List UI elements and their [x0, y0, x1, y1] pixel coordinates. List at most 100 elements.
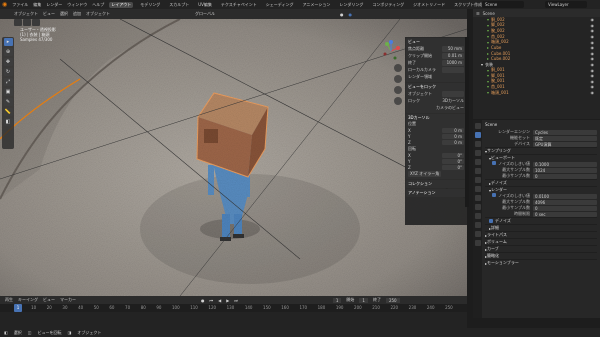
world-tab-icon[interactable]	[474, 168, 481, 174]
menu-file[interactable]: ファイル	[12, 2, 28, 8]
menu-object[interactable]: オブジェクト	[86, 11, 110, 17]
workspace-tab-uv[interactable]: UV編集	[196, 2, 214, 8]
current-frame-field[interactable]: 1	[332, 297, 342, 303]
render-max-samples-field[interactable]: 4096	[533, 199, 597, 205]
cursor-y-field[interactable]: 0 m	[442, 134, 464, 139]
workspace-tab-layout[interactable]: レイアウト	[109, 1, 134, 8]
render-engine-dropdown[interactable]: Cycles	[533, 129, 597, 135]
play-reverse-icon[interactable]: ◀	[218, 298, 221, 303]
lock-camera-checkbox[interactable]: カメラのビュー	[436, 105, 464, 111]
shading-solid-icon[interactable]: ●	[340, 12, 344, 17]
rotate-tool-icon[interactable]: ↻	[3, 68, 13, 76]
render-region-checkbox[interactable]: レンダー領域	[408, 74, 432, 80]
eye-icon[interactable]: ◉	[591, 84, 595, 89]
jump-start-icon[interactable]: ⏮	[210, 298, 214, 303]
eye-icon[interactable]: ◉	[591, 45, 595, 50]
cursor-rot-x-field[interactable]: 0°	[442, 153, 464, 158]
noise-threshold-field[interactable]: 0.1000	[533, 161, 597, 167]
render-min-samples-field[interactable]: 0	[533, 205, 597, 211]
camera-view-icon[interactable]	[394, 86, 402, 94]
render-subpanel-header[interactable]: ▾ レンダー	[485, 186, 597, 193]
transform-tool-icon[interactable]: ▣	[3, 88, 13, 96]
eye-icon[interactable]: ◉	[591, 34, 595, 39]
workspace-tab-scripting[interactable]: スクリプト作成	[452, 2, 484, 8]
play-icon[interactable]: ▶	[226, 298, 229, 303]
volumes-panel-header[interactable]: ▸ ボリューム	[485, 238, 597, 245]
cursor-z-field[interactable]: 0 m	[442, 140, 464, 145]
workspace-tab-rendering[interactable]: レンダリング	[337, 2, 365, 8]
timeline-ruler[interactable]: 0102030405060708090100110120130140150160…	[0, 304, 467, 312]
workspace-tab-shading[interactable]: シェーディング	[264, 2, 296, 8]
advanced-subpanel-header[interactable]: ▸ 詳細	[485, 224, 597, 231]
noise-threshold-checkbox[interactable]	[492, 161, 497, 165]
end-frame-field[interactable]: 250	[385, 297, 400, 303]
workspace-tab-animation[interactable]: アニメーション	[301, 2, 333, 8]
light-paths-panel-header[interactable]: ▸ ライトパス	[485, 231, 597, 238]
outliner-row[interactable]: ▾ 箱頭_001 ◉	[473, 90, 600, 96]
modifier-tab-icon[interactable]	[474, 186, 481, 192]
mode-selector[interactable]: オブジェクト	[14, 11, 38, 17]
data-tab-icon[interactable]	[474, 222, 481, 228]
denoise-subpanel-header[interactable]: ▸ デノイズ	[485, 179, 597, 186]
cursor-rot-z-field[interactable]: 0°	[442, 165, 464, 170]
render-tab-icon[interactable]	[474, 132, 481, 138]
device-dropdown[interactable]: GPU演算	[533, 141, 597, 147]
workspace-tab-texture-paint[interactable]: テクスチャペイント	[219, 2, 259, 8]
view-layer-selector[interactable]: ViewLayer	[545, 1, 587, 8]
rotation-mode-dropdown[interactable]: XYZ オイラー角	[408, 171, 442, 177]
annotate-tool-icon[interactable]: ✎	[3, 98, 13, 106]
select-mode-icon[interactable]	[14, 19, 22, 26]
eye-icon[interactable]: ◉	[591, 28, 595, 33]
move-tool-icon[interactable]: ✥	[3, 58, 13, 66]
clip-start-field[interactable]: 0.01 m	[442, 53, 464, 59]
blender-logo-icon[interactable]: ◉	[2, 1, 7, 8]
view-section-title[interactable]: ビュー	[408, 39, 464, 45]
transform-orientation[interactable]: グローバル	[195, 11, 215, 17]
timeline-menu-view[interactable]: ビュー	[43, 297, 55, 303]
min-samples-field[interactable]: 0	[533, 173, 597, 179]
material-tab-icon[interactable]	[474, 231, 481, 237]
menu-window[interactable]: ウィンドウ	[67, 2, 87, 8]
focal-length-field[interactable]: 50 mm	[442, 46, 464, 52]
workspace-tab-compositing[interactable]: コンポジティング	[370, 2, 406, 8]
scene-tab-icon[interactable]	[474, 159, 481, 165]
denoise-render-subpanel-header[interactable]: デノイズ	[485, 217, 597, 224]
eye-icon[interactable]: ◉	[591, 40, 595, 45]
navigation-gizmo[interactable]	[380, 40, 402, 62]
time-limit-field[interactable]: 0 sec	[533, 211, 597, 217]
zoom-icon[interactable]	[394, 64, 402, 72]
menu-render[interactable]: レンダー	[46, 2, 62, 8]
viewport-subpanel-header[interactable]: ▾ ビューポート	[485, 154, 597, 161]
constraints-tab-icon[interactable]	[474, 213, 481, 219]
sampling-panel-header[interactable]: ▾ サンプリング	[485, 147, 597, 154]
menu-view[interactable]: ビュー	[43, 11, 55, 17]
sidebar-tabs[interactable]	[465, 37, 469, 207]
add-cube-tool-icon[interactable]: ◧	[3, 118, 13, 126]
eye-icon[interactable]: ◉	[591, 79, 595, 84]
pan-hand-icon[interactable]	[394, 75, 402, 83]
motion-blur-panel-header[interactable]: ▸ モーションブラー	[485, 259, 597, 266]
select-extend-icon[interactable]	[23, 19, 31, 26]
menu-help[interactable]: ヘルプ	[92, 2, 104, 8]
scene-selector[interactable]: Scene	[482, 1, 524, 8]
render-noise-threshold-checkbox[interactable]	[492, 193, 497, 197]
cursor-x-field[interactable]: 0 m	[442, 128, 464, 133]
start-frame-field[interactable]: 1	[359, 297, 368, 303]
tool-tab-icon[interactable]	[474, 123, 481, 129]
scale-tool-icon[interactable]: ⤢	[3, 78, 13, 86]
texture-tab-icon[interactable]	[474, 240, 481, 246]
select-subtract-icon[interactable]	[32, 19, 40, 26]
eye-icon[interactable]: ◉	[591, 73, 595, 78]
eye-icon[interactable]: ◉	[591, 23, 595, 28]
max-samples-field[interactable]: 1024	[533, 167, 597, 173]
lock-cursor-checkbox[interactable]: 3Dカーソル	[442, 98, 464, 104]
workspace-tab-sculpt[interactable]: スカルプト	[167, 2, 191, 8]
menu-edit[interactable]: 編集	[33, 2, 41, 8]
local-camera-field[interactable]	[442, 67, 464, 73]
eye-icon[interactable]: ◉	[591, 62, 595, 67]
render-noise-threshold-field[interactable]: 0.0100	[533, 193, 597, 199]
eye-icon[interactable]: ◉	[591, 56, 595, 61]
view-lock-title[interactable]: ビューをロック	[408, 84, 464, 90]
record-icon[interactable]: ●	[201, 298, 205, 303]
menu-select[interactable]: 選択	[60, 11, 68, 17]
